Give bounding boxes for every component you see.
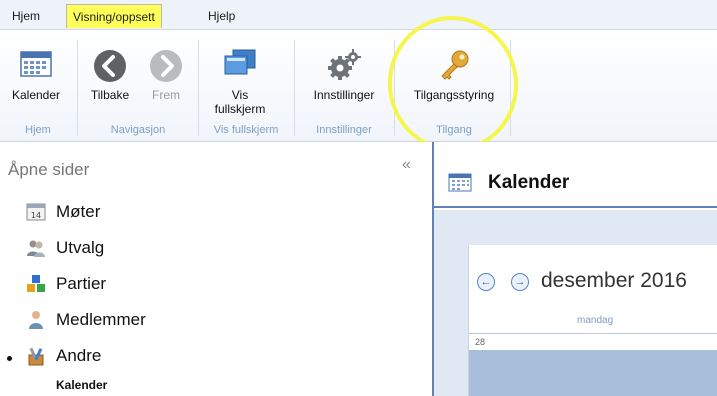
- kalender-label: Kalender: [11, 88, 61, 102]
- sidebar-item-label: Utvalg: [56, 238, 105, 257]
- calendar-icon: [448, 173, 472, 192]
- fullscreen-monitor-icon: [224, 49, 256, 75]
- person-icon: [29, 311, 43, 329]
- sidebar-title: Åpne sider: [8, 160, 90, 179]
- menu-bar: Hjem Visning/oppsett Hjelp: [0, 0, 717, 30]
- group-label-vis-fullskjerm: Vis fullskjerm: [213, 124, 279, 136]
- group-label-innstillinger: Innstillinger: [316, 124, 372, 136]
- main-header: Kalender: [434, 152, 717, 208]
- blocks-icon: [27, 275, 45, 292]
- sidebar-item-label: Møter: [56, 202, 101, 221]
- people-icon: [27, 240, 45, 257]
- weekday-header: mandag: [577, 315, 614, 326]
- sidebar-item-label: Medlemmer: [56, 310, 146, 329]
- calendar-14-icon: 14: [26, 203, 46, 221]
- frem-label: Frem: [152, 88, 180, 102]
- next-month-button[interactable]: →: [511, 273, 529, 291]
- sidebar: Åpne sider « 14 Møter Utvalg Partier Med…: [0, 142, 432, 396]
- calendar-view: ← → desember 2016 mandag 28: [468, 245, 717, 396]
- calendar-icon: [20, 51, 52, 77]
- tree-bullet: [7, 356, 12, 361]
- collapse-icon[interactable]: «: [402, 156, 411, 174]
- ribbon-separator: [294, 40, 295, 136]
- tilbake-label: Tilbake: [90, 88, 130, 102]
- menu-hjem[interactable]: Hjem: [6, 4, 46, 28]
- frem-button[interactable]: Frem: [140, 48, 192, 118]
- forward-arrow-icon: [150, 50, 182, 82]
- calendar-grid: 28: [469, 333, 717, 396]
- innstillinger-button[interactable]: Innstillinger: [302, 48, 386, 118]
- main-panel: Kalender ← → desember 2016 mandag 28: [432, 142, 717, 396]
- ribbon: Kalender Tilbake Frem Vis fullskjerm Inn…: [0, 30, 717, 142]
- innstillinger-label: Innstillinger: [313, 88, 375, 102]
- page-title: Kalender: [488, 172, 570, 193]
- vis-fullskjerm-label: Vis fullskjerm: [214, 88, 266, 116]
- tilbake-button[interactable]: Tilbake: [80, 48, 140, 118]
- tools-icon: [28, 347, 44, 366]
- kalender-button[interactable]: Kalender: [2, 48, 70, 118]
- group-label-navigasjon: Navigasjon: [110, 124, 166, 136]
- prev-month-button[interactable]: ←: [477, 273, 495, 291]
- sidebar-item-label: Partier: [56, 274, 107, 293]
- calendar-month-title: desember 2016: [541, 269, 687, 292]
- back-arrow-icon: [94, 50, 126, 82]
- sidebar-subitem-kalender[interactable]: Kalender: [56, 378, 107, 392]
- gears-icon: [328, 49, 361, 80]
- group-label-hjem: Hjem: [25, 124, 51, 136]
- sidebar-item-label: Andre: [56, 346, 102, 365]
- menu-visning-oppsett[interactable]: Visning/oppsett: [66, 4, 162, 28]
- svg-text:14: 14: [31, 211, 41, 220]
- vis-fullskjerm-button[interactable]: Vis fullskjerm: [208, 48, 272, 124]
- ribbon-separator: [198, 40, 199, 136]
- calendar-date: 28: [475, 337, 486, 347]
- calendar-day-cell[interactable]: [469, 350, 717, 396]
- main-body: ← → desember 2016 mandag 28: [434, 210, 717, 396]
- menu-hjelp[interactable]: Hjelp: [202, 4, 241, 28]
- ribbon-separator: [77, 40, 78, 136]
